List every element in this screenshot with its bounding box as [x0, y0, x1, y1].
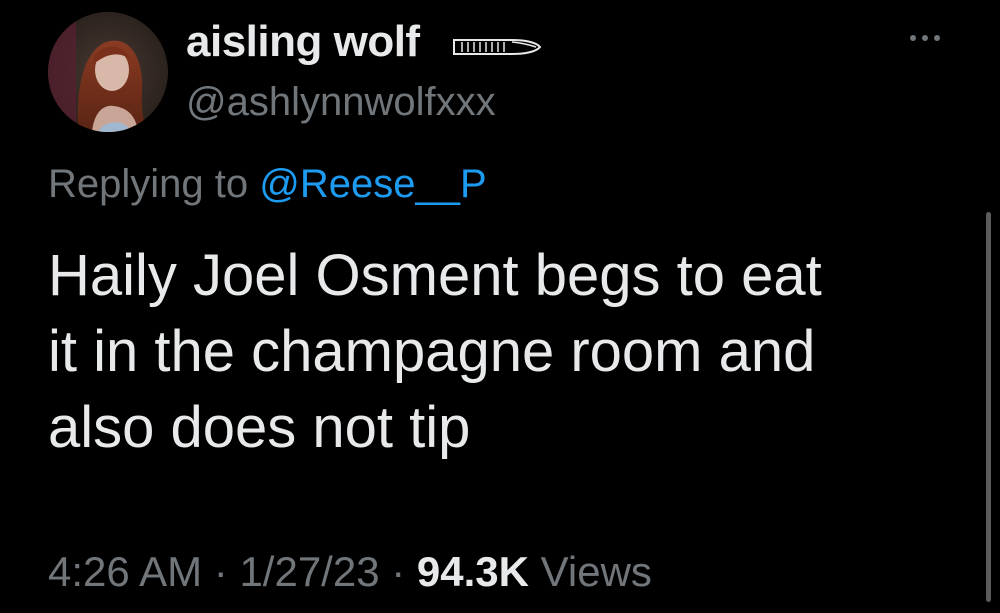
replying-to: Replying to @Reese__P	[48, 160, 487, 208]
meta-separator: ·	[202, 548, 240, 595]
tweet-time[interactable]: 4:26 AM	[48, 548, 202, 595]
tweet-date[interactable]: 1/27/23	[239, 548, 379, 595]
wing-icon	[453, 39, 542, 55]
tweet-text-line: Haily Joel Osment begs to eat	[48, 243, 822, 308]
more-dot	[910, 35, 916, 41]
tweet-text: Haily Joel Osment begs to eat it in the …	[48, 238, 948, 466]
display-name[interactable]: aisling wolf	[186, 16, 420, 68]
meta-separator: ·	[379, 548, 417, 595]
more-dot	[934, 35, 940, 41]
tweet-meta: 4:26 AM · 1/27/23 · 94.3K Views	[48, 546, 652, 598]
replying-to-label: Replying to	[48, 162, 260, 206]
avatar[interactable]	[48, 12, 168, 132]
views-count[interactable]: 94.3K	[417, 548, 529, 595]
tweet-text-line: it in the champagne room and	[48, 319, 816, 384]
avatar-image	[48, 12, 168, 132]
more-options-icon[interactable]	[910, 28, 950, 48]
tweet-text-line: also does not tip	[48, 395, 471, 460]
views-label: Views	[528, 548, 652, 595]
reply-mention-link[interactable]: @Reese__P	[259, 162, 486, 206]
tweet: aisling wolf @ashlynnwolfxxx Replying to…	[0, 0, 1000, 613]
user-handle[interactable]: @ashlynnwolfxxx	[186, 78, 496, 126]
more-dot	[922, 35, 928, 41]
scrollbar[interactable]	[986, 212, 991, 602]
